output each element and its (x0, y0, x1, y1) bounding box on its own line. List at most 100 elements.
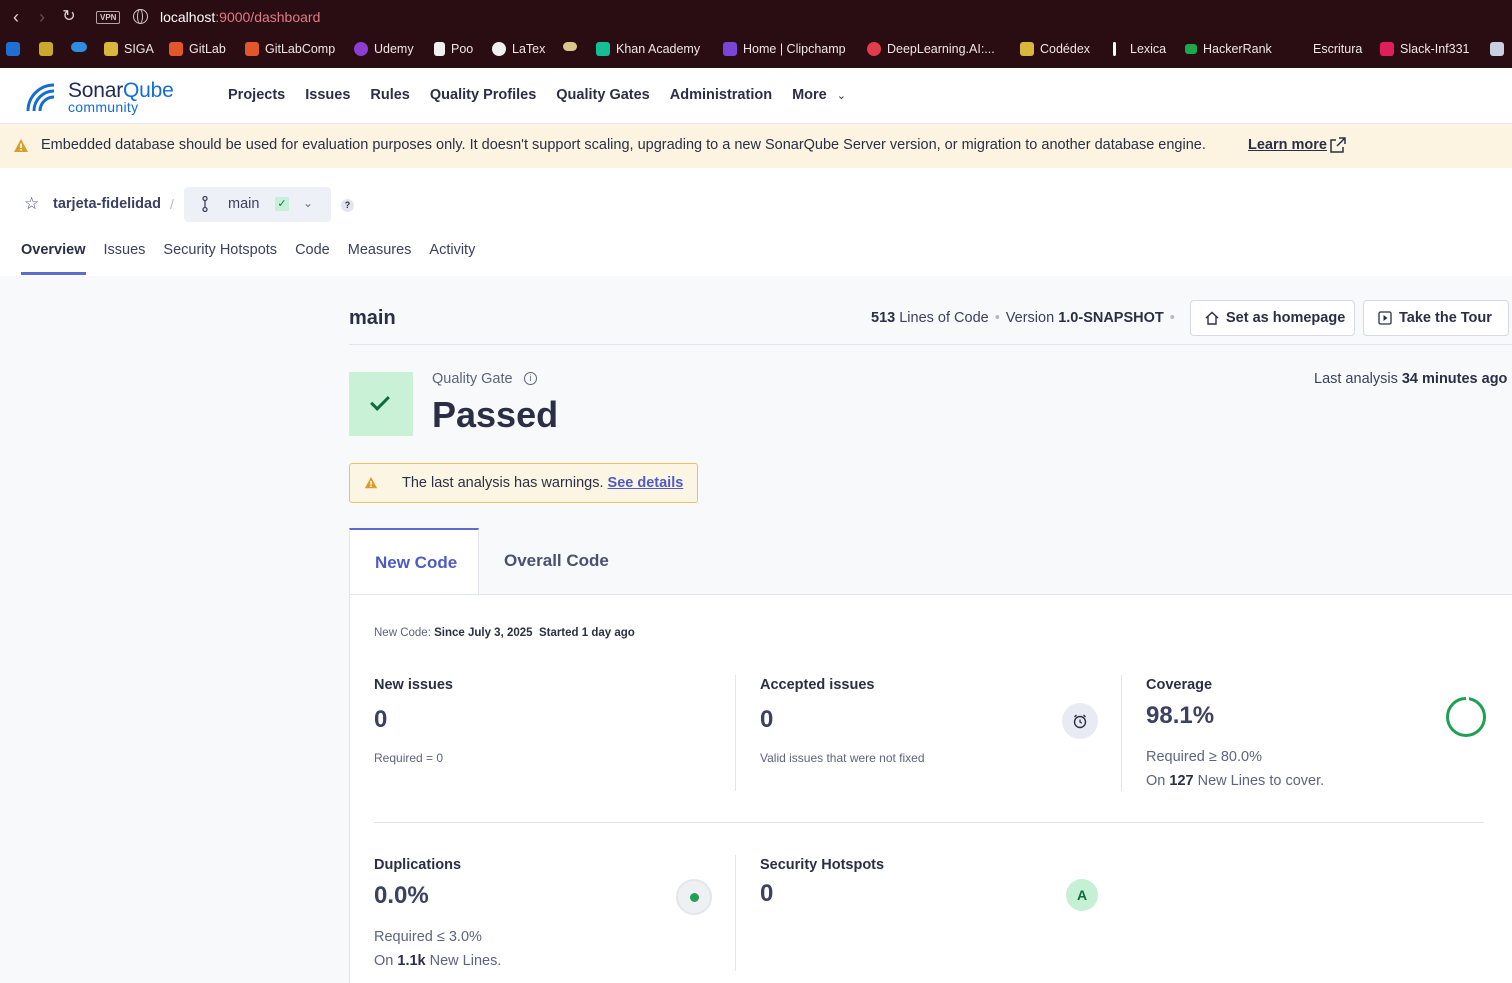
address-bar[interactable]: localhost:9000/dashboard (160, 9, 320, 25)
coverage-lines-value[interactable]: 127 (1169, 773, 1193, 789)
deeplearning-icon (867, 42, 881, 56)
reload-icon[interactable]: ↻ (59, 7, 79, 27)
security-rating-badge[interactable]: A (1066, 879, 1098, 911)
bookmark-label: Khan Academy (616, 42, 701, 56)
new-issues-value[interactable]: 0 (374, 706, 387, 734)
outlook-icon (6, 42, 20, 56)
project-bar: ☆ tarjeta-fidelidad / main ✓ ⌄ ? Overvie… (0, 168, 1512, 276)
bookmark-latex[interactable]: LaTex (492, 42, 545, 56)
bookmark-siga[interactable]: SIGA (104, 42, 154, 56)
alarm-clock-icon (1062, 703, 1098, 739)
nav-rules[interactable]: Rules (370, 87, 410, 103)
bookmark-poo[interactable]: Poo (434, 42, 473, 56)
duplications-requirement: Required ≤ 3.0% (374, 929, 482, 945)
warning-text: The last analysis has warnings. (402, 475, 604, 491)
nav-administration[interactable]: Administration (670, 87, 772, 103)
bookmark-clipchamp[interactable]: Home | Clipchamp (723, 42, 846, 56)
tab-activity[interactable]: Activity (429, 242, 475, 258)
bookmark-label: Home | Clipchamp (743, 42, 846, 56)
bookmark-hackerrank[interactable]: HackerRank (1185, 42, 1272, 56)
bookmark-gitlab[interactable]: GitLab (169, 42, 226, 56)
bookmark-slack[interactable]: Slack-Inf331 (1380, 42, 1469, 56)
tab-new-code[interactable]: New Code (349, 528, 479, 595)
browser-chrome: ‹ › ↻ VPN localhost:9000/dashboard SIGA … (0, 0, 1512, 68)
database-warning-banner: Embedded database should be used for eva… (0, 124, 1512, 168)
divider (735, 675, 736, 791)
back-icon[interactable]: ‹ (6, 7, 26, 27)
nav-issues[interactable]: Issues (305, 87, 350, 103)
tab-issues[interactable]: Issues (104, 242, 146, 258)
bookmark-codedex[interactable]: Codédex (1020, 42, 1090, 56)
bookmark-escritura[interactable]: Escritura (1313, 42, 1362, 56)
nav-quality-profiles[interactable]: Quality Profiles (430, 87, 536, 103)
take-tour-button[interactable]: Take the Tour (1363, 300, 1509, 336)
see-details-link[interactable]: See details (608, 475, 684, 491)
url-host: localhost (160, 9, 216, 25)
browser-nav-row: ‹ › ↻ VPN localhost:9000/dashboard (0, 0, 1512, 34)
bookmark-outlook[interactable] (6, 42, 26, 56)
bookmark-folder[interactable] (1490, 42, 1510, 56)
bookmark-label: HackerRank (1203, 42, 1272, 56)
bookmark-bowl[interactable] (563, 42, 583, 51)
bowl-icon (563, 42, 577, 51)
coverage-value[interactable]: 98.1% (1146, 702, 1214, 730)
bookmark-khan[interactable]: Khan Academy (596, 42, 700, 56)
new-code-label: New Code: (374, 627, 431, 639)
branch-status-check-icon: ✓ (275, 197, 289, 211)
gitlab-icon (245, 42, 259, 56)
sonar-waves-icon (26, 83, 55, 112)
duplications-value[interactable]: 0.0% (374, 882, 429, 910)
page-title: main (349, 307, 396, 329)
nav-projects[interactable]: Projects (228, 87, 285, 103)
favorite-star-icon[interactable]: ☆ (24, 194, 39, 214)
globe-icon (133, 8, 148, 24)
logo-edition: community (68, 99, 139, 115)
external-link-icon[interactable] (1330, 137, 1346, 153)
bookmark-udemy[interactable]: Udemy (354, 42, 414, 56)
duplications-lines-value[interactable]: 1.1k (397, 953, 425, 969)
set-homepage-button[interactable]: Set as homepage (1190, 300, 1355, 336)
project-name-link[interactable]: tarjeta-fidelidad (53, 196, 161, 212)
security-hotspots-value[interactable]: 0 (760, 880, 773, 908)
last-analysis-value: 34 minutes ago (1401, 371, 1508, 387)
learn-more-link[interactable]: Learn more (1248, 137, 1327, 153)
coverage-lines: On 127 New Lines to cover. (1146, 773, 1324, 789)
tab-overall-code[interactable]: Overall Code (504, 528, 609, 595)
clipchamp-icon (723, 42, 737, 56)
url-path: :9000/dashboard (215, 9, 321, 25)
vpn-badge[interactable]: VPN (96, 11, 121, 24)
bookmark-label: GitLab (189, 42, 226, 56)
bookmark-onedrive[interactable] (71, 42, 93, 52)
tab-code[interactable]: Code (295, 242, 330, 258)
bookmark-deeplearning[interactable]: DeepLearning.AI:... (867, 42, 995, 56)
nav-more[interactable]: More ⌄ (792, 87, 846, 103)
warning-icon (14, 139, 28, 152)
last-analysis: Last analysis 34 minutes ago (1314, 371, 1507, 387)
info-icon[interactable]: i (524, 372, 537, 385)
duplications-on-suffix: New Lines. (429, 953, 502, 969)
bookmark-label: Slack-Inf331 (1400, 42, 1470, 56)
sonarqube-logo[interactable]: SonarQube community (24, 77, 184, 117)
check-icon (370, 391, 390, 411)
branch-selector[interactable]: main ✓ ⌄ (184, 187, 331, 222)
warning-message: The last analysis has warnings. See deta… (402, 475, 683, 491)
tab-overview[interactable]: Overview (21, 242, 86, 275)
tab-security-hotspots[interactable]: Security Hotspots (163, 242, 277, 258)
quality-gate-status-icon (349, 372, 413, 436)
help-icon[interactable]: ? (341, 199, 354, 212)
gitlab-icon (169, 42, 183, 56)
chevron-down-icon: ⌄ (303, 196, 314, 210)
nav-quality-gates[interactable]: Quality Gates (556, 87, 649, 103)
version-value: 1.0-SNAPSHOT (1058, 310, 1164, 326)
coverage-on-prefix: On (1146, 773, 1166, 789)
coverage-requirement: Required ≥ 80.0% (1146, 749, 1262, 765)
bookmark-gitlabcomp[interactable]: GitLabComp (245, 42, 335, 56)
bookmark-grid[interactable] (39, 42, 59, 56)
tab-measures[interactable]: Measures (348, 242, 412, 258)
accepted-issues-value[interactable]: 0 (760, 706, 773, 734)
metrics-panel (349, 594, 1512, 983)
bookmark-label: DeepLearning.AI:... (887, 42, 995, 56)
bookmark-lexica[interactable]: Lexica (1113, 42, 1166, 56)
forward-icon[interactable]: › (32, 7, 52, 27)
security-hotspots-title: Security Hotspots (760, 857, 885, 873)
